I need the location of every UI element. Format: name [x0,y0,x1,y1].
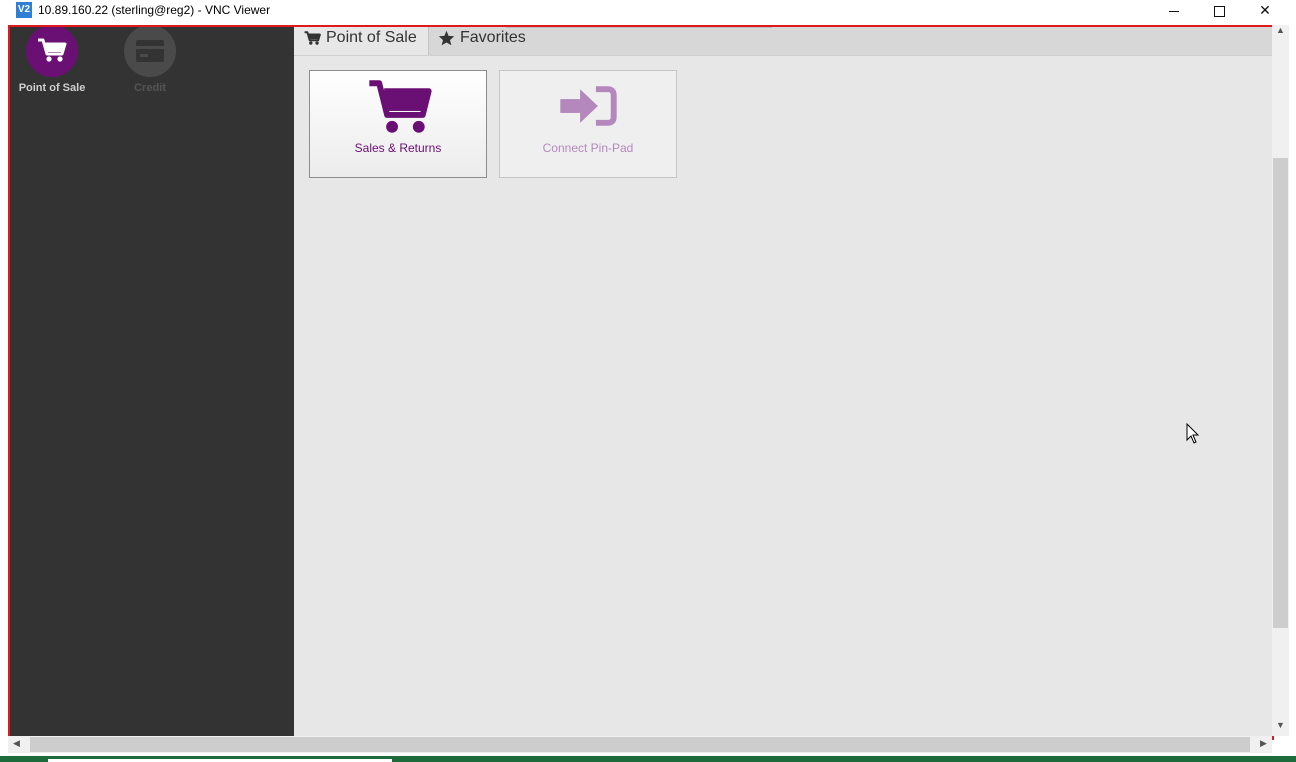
credit-badge [124,27,176,77]
scroll-right-icon[interactable]: ▶ [1255,738,1272,749]
maximize-button[interactable] [1196,0,1242,20]
tab-bar: Point of Sale Favorites [294,27,1272,56]
sign-in-icon [560,86,617,126]
tab-point-of-sale[interactable]: Point of Sale [294,27,429,55]
star-icon [438,30,455,46]
sidebar-item-credit[interactable]: Credit [105,27,195,97]
window-title: 10.89.160.22 (sterling@reg2) - VNC Viewe… [38,3,271,17]
minimize-icon [1169,10,1179,12]
tab-label: Point of Sale [326,29,417,46]
sidebar: Point of Sale Credit [10,27,294,738]
scroll-left-icon[interactable]: ◀ [8,738,25,749]
tile-label: Sales & Returns [354,141,442,155]
main-content: Point of Sale Favorites Sales & Returns … [294,27,1272,738]
shopping-cart-icon [369,80,432,133]
point-of-sale-badge [26,27,78,77]
mouse-cursor-icon [1186,423,1200,444]
shopping-cart-icon [38,38,67,62]
tile-label: Connect Pin-Pad [542,141,634,155]
credit-card-icon [136,40,164,62]
close-button[interactable]: ✕ [1242,0,1288,20]
sidebar-item-label: Credit [134,82,166,94]
connect-pin-pad-tile[interactable]: Connect Pin-Pad [499,70,677,178]
vertical-scrollbar[interactable]: ▲ ▼ [1272,25,1289,736]
shopping-cart-icon [304,30,321,45]
window-title-bar: V2 10.89.160.22 (sterling@reg2) - VNC Vi… [0,0,1296,20]
scroll-up-icon[interactable]: ▲ [1272,25,1289,35]
horizontal-scroll-thumb[interactable] [30,737,1250,752]
vnc-viewer-area: Point of Sale Credit Point of Sale Favor… [0,20,1296,756]
top-divider [506,27,772,28]
remote-desktop-frame: Point of Sale Credit Point of Sale Favor… [8,25,1274,740]
vertical-scroll-thumb[interactable] [1273,158,1288,628]
minimize-button[interactable] [1151,0,1197,20]
horizontal-scrollbar[interactable]: ◀ ▶ [8,736,1272,753]
close-icon: ✕ [1259,2,1271,18]
tab-favorites[interactable]: Favorites [428,27,536,55]
scroll-down-icon[interactable]: ▼ [1272,720,1289,730]
sales-returns-tile[interactable]: Sales & Returns [309,70,487,178]
sidebar-item-label: Point of Sale [18,82,86,94]
tab-label: Favorites [460,29,526,46]
vnc-app-icon: V2 [16,2,32,18]
sidebar-item-point-of-sale[interactable]: Point of Sale [10,27,97,97]
maximize-icon [1213,5,1225,17]
